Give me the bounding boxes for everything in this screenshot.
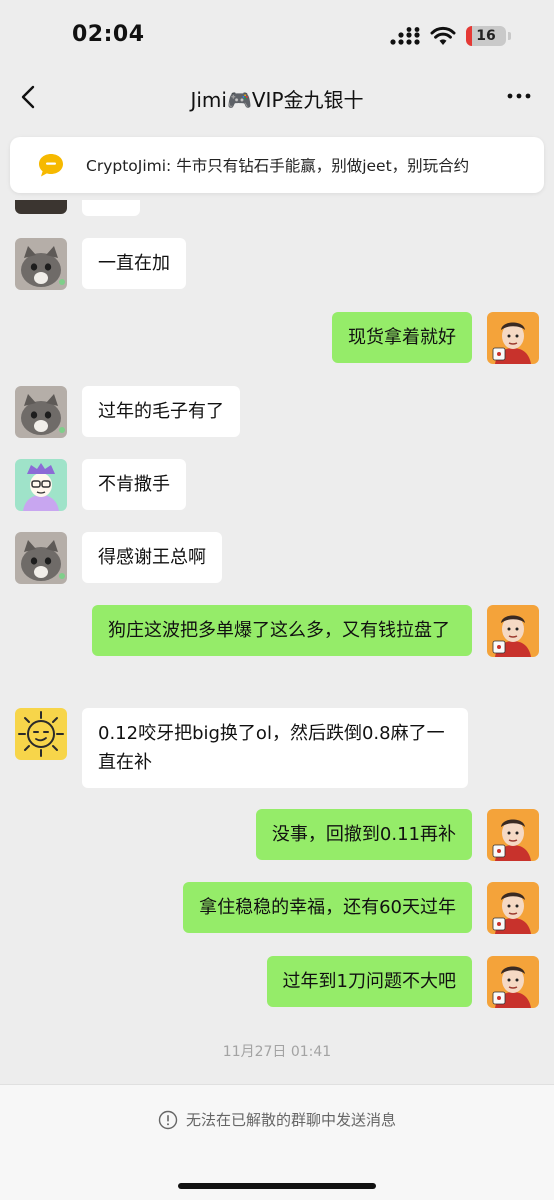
message-bubble[interactable]: 不肯撒手 xyxy=(82,459,186,510)
status-icons: 16 xyxy=(390,26,511,46)
message-bubble[interactable]: 过年到1刀问题不大吧 xyxy=(266,956,472,1007)
more-dots-icon[interactable] xyxy=(504,84,534,108)
message-bubble[interactable]: 一直在加 xyxy=(82,238,186,289)
message-bubble[interactable]: 现货拿着就好 xyxy=(332,312,472,363)
battery-icon: 16 xyxy=(466,26,511,46)
message-timestamp: 11月27日 01:41 xyxy=(222,1044,332,1060)
message-bubble[interactable]: 狗庄这波把多单爆了这么多，又有钱拉盘了 xyxy=(92,605,472,656)
wifi-icon xyxy=(430,26,456,45)
pixel-character-avatar[interactable] xyxy=(15,459,67,511)
cartoon-man-avatar[interactable] xyxy=(487,956,539,1008)
pinned-message-text: CryptoJimi: 牛市只有钻石手能赢，别做jeet，别玩合约 xyxy=(86,157,470,175)
disbanded-notice-text: 无法在已解散的群聊中发送消息 xyxy=(185,1111,396,1129)
cat-avatar[interactable] xyxy=(15,532,67,584)
cat-avatar[interactable] xyxy=(15,386,67,438)
home-indicator[interactable] xyxy=(178,1183,376,1189)
info-circle-icon xyxy=(158,1110,178,1129)
cellular-signal-icon xyxy=(390,27,420,45)
message-bubble[interactable] xyxy=(82,200,140,216)
message-bubble[interactable]: 过年的毛子有了 xyxy=(82,386,240,437)
message-bubble[interactable]: 0.12咬牙把big换了ol，然后跌倒0.8麻了一直在补 xyxy=(82,708,468,788)
message-bubble[interactable]: 没事，回撤到0.11再补 xyxy=(255,809,472,860)
chat-message-list[interactable]: 一直在加 现货拿着就好 过年的毛子有了 不肯撒手 得感谢王总啊 狗庄这波把多单爆… xyxy=(0,200,554,1082)
chat-footer: 无法在已解散的群聊中发送消息 xyxy=(0,1084,554,1200)
cartoon-man-avatar[interactable] xyxy=(487,809,539,861)
sun-face-avatar[interactable] xyxy=(15,708,67,760)
speech-bubble-icon xyxy=(39,154,63,177)
chat-header: Jimi🎮VIP金九银十 xyxy=(0,72,554,126)
cartoon-man-avatar[interactable] xyxy=(487,605,539,657)
message-bubble[interactable]: 得感谢王总啊 xyxy=(82,532,222,583)
message-bubble[interactable]: 拿住稳稳的幸福，还有60天过年 xyxy=(183,882,472,933)
avatar[interactable] xyxy=(15,200,67,214)
status-bar: 02:04 16 xyxy=(0,0,554,72)
cartoon-man-avatar[interactable] xyxy=(487,312,539,364)
chat-title: Jimi🎮VIP金九银十 xyxy=(190,88,364,112)
pinned-message[interactable]: CryptoJimi: 牛市只有钻石手能赢，别做jeet，别玩合约 xyxy=(10,137,544,193)
cartoon-man-avatar[interactable] xyxy=(487,882,539,934)
disbanded-notice: 无法在已解散的群聊中发送消息 xyxy=(0,1109,554,1130)
cat-avatar[interactable] xyxy=(15,238,67,290)
battery-level: 16 xyxy=(476,28,496,44)
status-time: 02:04 xyxy=(72,22,145,47)
